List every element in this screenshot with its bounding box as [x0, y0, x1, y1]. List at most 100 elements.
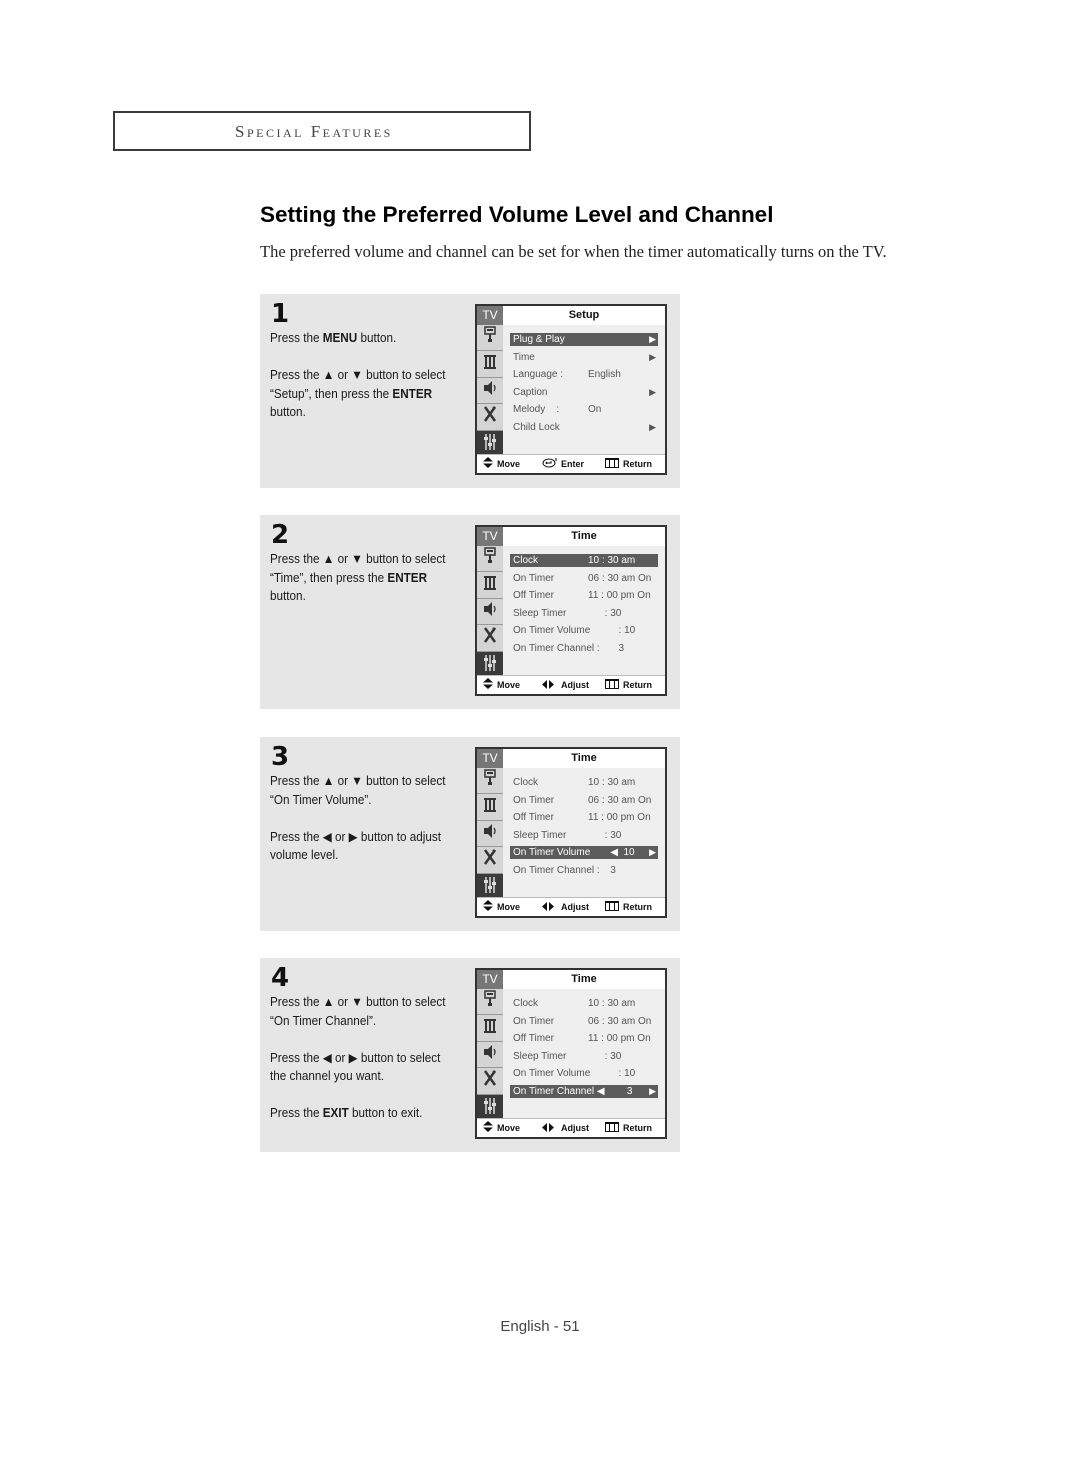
osd-menu-item[interactable]: On Timer 06 : 30 am On [510, 1013, 658, 1031]
osd-item-label: On Timer [513, 572, 555, 584]
channel-antenna-icon [483, 405, 497, 428]
osd-menu-item[interactable]: Melody : On [510, 401, 658, 419]
right-arrow-icon: ▶ [649, 386, 656, 397]
osd-menu-item[interactable]: Clock 10 : 30 am [510, 774, 658, 792]
sound-icon [483, 380, 497, 401]
osd-item-label: On Timer Channel : [513, 864, 600, 876]
osd-menu-item[interactable]: Language : English [510, 366, 658, 384]
footer-return-label: Return [623, 902, 652, 912]
osd-menu-item[interactable]: On Timer Channel ◀ 3 ▶ [510, 1084, 658, 1098]
tv-osd-menu: TV Time Clock 10 : 30 am On Timer 06 : 30 am … [475, 747, 667, 918]
button-name: ENTER [387, 570, 428, 585]
osd-menu-item[interactable]: Plug & Play ▶ [510, 333, 658, 346]
osd-footer: Move Adjust Return [477, 897, 665, 916]
osd-tab-input[interactable] [477, 546, 503, 573]
picture-icon [483, 354, 497, 375]
button-name: ENTER [392, 386, 433, 401]
osd-sidebar: TV [477, 749, 503, 902]
footer-adjust-label: Adjust [561, 902, 589, 912]
osd-tab-sound[interactable] [477, 820, 503, 848]
osd-tv-label: TV [477, 749, 503, 768]
osd-menu-item[interactable]: Off Timer 11 : 00 pm On [510, 809, 658, 827]
osd-tab-input[interactable] [477, 989, 503, 1016]
osd-menu-item[interactable]: On Timer Volume ◀ 10 ▶ [510, 846, 658, 860]
footer-move-label: Move [497, 1123, 521, 1133]
instruction-text: Press the [270, 1106, 323, 1120]
instruction-paragraph: Press the ▲ or ▼ button to select “Setup… [270, 366, 447, 422]
sound-icon [483, 601, 497, 622]
osd-menu-item[interactable]: Time ▶ [510, 349, 658, 367]
instruction-text: button. [270, 405, 306, 419]
step-number: 3 [271, 742, 290, 772]
osd-item-label: On Timer Volume [513, 1068, 591, 1080]
instruction-text: Press the ▲ or ▼ button to select “On Ti… [270, 774, 446, 807]
osd-item-label: Clock [513, 998, 539, 1009]
osd-tab-channel-antenna[interactable] [477, 1068, 503, 1095]
osd-menu-item[interactable]: On Timer Channel : 3 [510, 862, 658, 880]
instruction-paragraph: Press the ◀ or ▶ button to adjust volume… [270, 828, 447, 865]
osd-tab-picture[interactable] [477, 351, 503, 378]
osd-item-label: On Timer Volume [513, 847, 591, 859]
osd-menu-item[interactable]: On Timer Volume : 10 [510, 1065, 658, 1083]
osd-menu-title: Setup [503, 306, 665, 325]
osd-tab-picture[interactable] [477, 572, 503, 599]
osd-menu-item[interactable]: Sleep Timer : 30 [510, 827, 658, 845]
osd-sidebar: TV [477, 306, 503, 459]
osd-menu-item[interactable]: On Timer 06 : 30 am On [510, 570, 658, 588]
tv-osd-menu: TV Time Clock 10 : 30 am On Timer 06 : 30 am … [475, 968, 667, 1139]
enter-icon [542, 456, 558, 474]
tv-osd-menu: TV Setup Plug & Play ▶ Time ▶ Language : Englis… [475, 304, 667, 475]
osd-item-value: 06 : 30 am On [588, 572, 652, 584]
osd-item-label: Time [513, 351, 535, 363]
osd-tab-channel-antenna[interactable] [477, 625, 503, 652]
osd-tab-sound[interactable] [477, 377, 503, 405]
osd-tab-picture[interactable] [477, 794, 503, 821]
osd-tab-sound[interactable] [477, 1041, 503, 1069]
step-number: 4 [271, 963, 290, 993]
osd-tab-channel-antenna[interactable] [477, 847, 503, 874]
osd-tab-sound[interactable] [477, 598, 503, 626]
button-name: EXIT [322, 1106, 349, 1120]
right-arrow-icon: ▶ [649, 421, 656, 432]
osd-tab-picture[interactable] [477, 1015, 503, 1042]
osd-tab-input[interactable] [477, 325, 503, 352]
osd-menu-item[interactable]: Off Timer 11 : 00 pm On [510, 1030, 658, 1048]
osd-item-value: 06 : 30 am On [588, 1015, 652, 1027]
osd-tab-channel-antenna[interactable] [477, 404, 503, 431]
osd-menu-list: Clock 10 : 30 am On Timer 06 : 30 am On Off … [510, 774, 658, 880]
step-panel-3: 3 Press the ▲ or ▼ button to select “On T… [260, 737, 680, 931]
instruction-paragraph: Press the MENU button. [270, 329, 447, 348]
osd-item-value: 10 : 30 am [588, 555, 636, 566]
osd-item-value: 3 [588, 864, 616, 876]
tv-osd-menu: TV Time Clock 10 : 30 am On Timer 06 : 30 am … [475, 525, 667, 696]
picture-icon [483, 575, 497, 596]
osd-menu-item[interactable]: Clock 10 : 30 am [510, 554, 658, 567]
right-arrow-icon: ▶ [649, 351, 656, 362]
osd-sidebar: TV [477, 970, 503, 1123]
instruction-text: button. [357, 331, 397, 345]
input-icon [484, 769, 496, 792]
instruction-paragraph: Press the ▲ or ▼ button to select “On Ti… [270, 772, 447, 809]
footer-move-label: Move [497, 459, 521, 469]
instruction-paragraph: Press the ▲ or ▼ button to select “Time”… [270, 550, 447, 606]
osd-tab-input[interactable] [477, 768, 503, 795]
osd-menu-item[interactable]: On Timer Volume : 10 [510, 622, 658, 640]
osd-item-label: Off Timer [513, 1033, 554, 1045]
osd-menu-item[interactable]: On Timer 06 : 30 am On [510, 792, 658, 810]
osd-menu-item[interactable]: Off Timer 11 : 00 pm On [510, 587, 658, 605]
osd-menu-item[interactable]: On Timer Channel : 3 [510, 640, 658, 658]
osd-menu-item[interactable]: Sleep Timer : 30 [510, 1048, 658, 1066]
return-icon [605, 677, 619, 695]
setup-sliders-icon [483, 654, 497, 677]
osd-menu-item[interactable]: Sleep Timer : 30 [510, 605, 658, 623]
osd-menu-item[interactable]: Child Lock ▶ [510, 419, 658, 437]
osd-menu-item[interactable]: Caption ▶ [510, 384, 658, 402]
return-icon [605, 899, 619, 917]
osd-menu-item[interactable]: Clock 10 : 30 am [510, 995, 658, 1013]
osd-menu-list: Clock 10 : 30 am On Timer 06 : 30 am On Off … [510, 552, 658, 658]
instruction-text: Press the ◀ or ▶ button to adjust volume… [270, 829, 442, 863]
osd-item-value: 3 [588, 642, 625, 654]
osd-item-label: Child Lock [513, 421, 560, 433]
button-name: MENU [322, 331, 358, 345]
osd-item-label: On Timer [513, 794, 555, 806]
